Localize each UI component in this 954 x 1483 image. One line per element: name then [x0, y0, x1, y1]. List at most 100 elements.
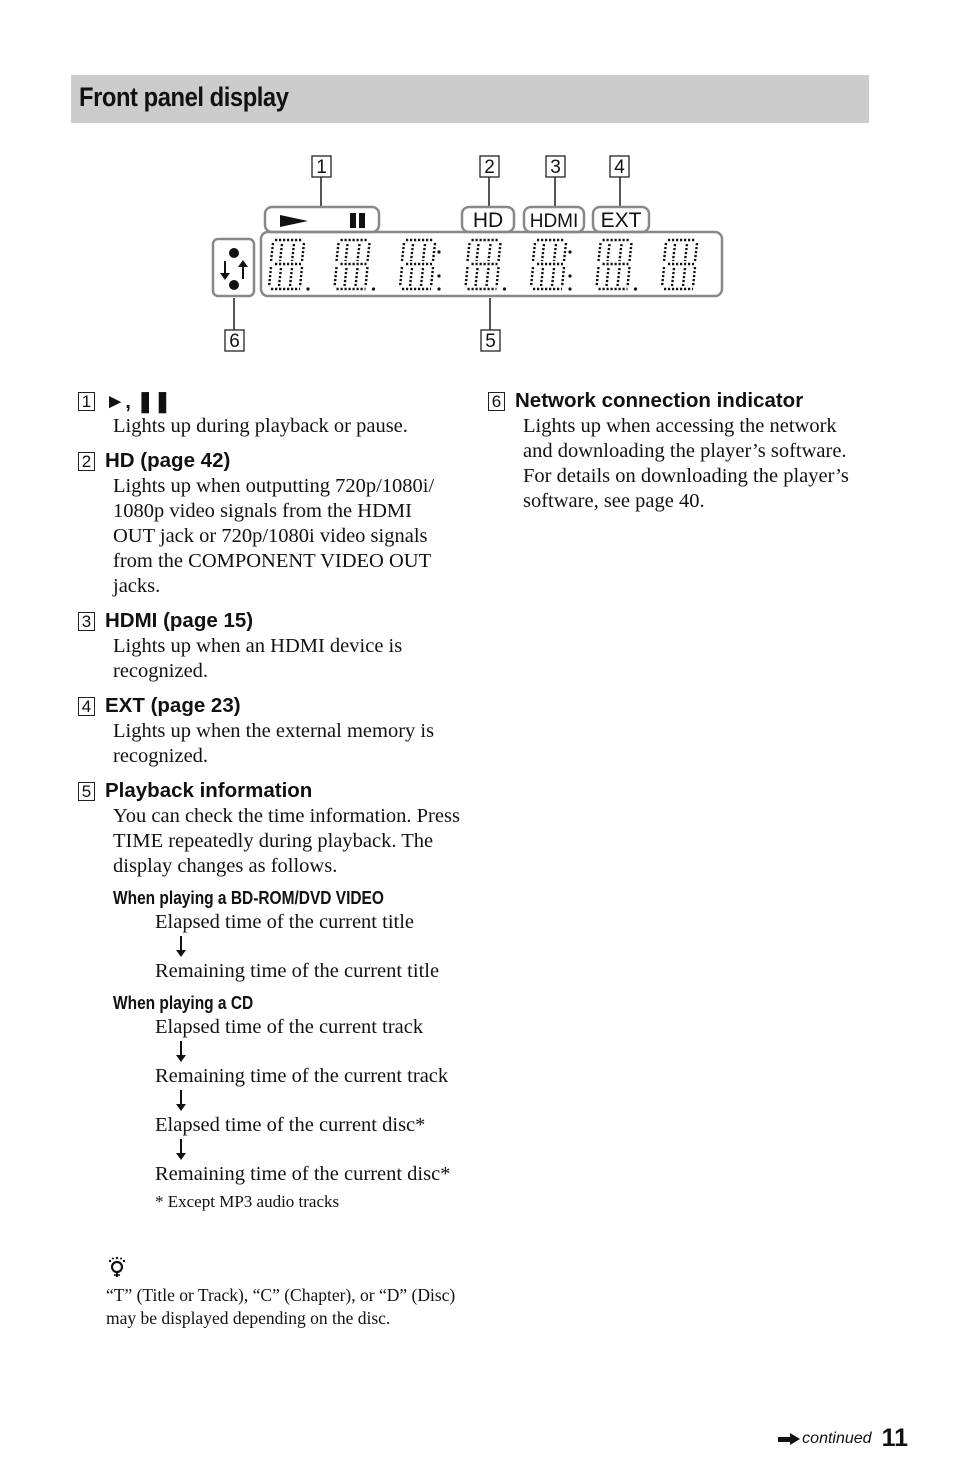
item-number: 5 — [78, 781, 95, 801]
digit-segment — [267, 266, 273, 288]
bd-step: Elapsed time of the current title — [155, 911, 415, 933]
digit-segment — [540, 243, 546, 262]
digit-segment — [300, 242, 306, 262]
item-number: 2 — [78, 451, 95, 471]
digit-segment — [277, 267, 283, 287]
down-arrow-icon — [155, 1089, 468, 1113]
item-title: ►, ❚❚ — [105, 389, 172, 413]
hint-text: “T” (Title or Track), “C” (Chapter), or … — [106, 1285, 456, 1328]
down-arrow-icon — [155, 935, 468, 959]
digit-segment — [356, 243, 361, 262]
play-icon — [280, 215, 308, 227]
digit-colon-dot — [437, 250, 441, 254]
front-panel-diagram: 1 2 3 4 5 6 HD HDMI EXT — [211, 155, 724, 352]
digit-dot — [306, 287, 310, 291]
cd-step: Remaining time of the current disc* — [155, 1163, 451, 1185]
callout-6: 6 — [229, 331, 240, 352]
digit-segment — [288, 267, 294, 287]
item-4: 4 EXT (page 23) Lights up when the exter… — [78, 693, 468, 769]
segment-digit — [333, 238, 376, 291]
bd-step: Remaining time of the current title — [155, 960, 440, 982]
page-number: 11 — [881, 1424, 908, 1452]
item-5: 5 Playback information You can check the… — [78, 778, 468, 1213]
cd-step: Elapsed time of the current disc* — [155, 1114, 426, 1136]
digit-colon-dot — [568, 250, 572, 254]
digit-segment — [671, 243, 677, 262]
digit-segment — [539, 267, 545, 287]
item-body: Lights up when accessing the network and… — [523, 415, 849, 512]
digit-segment — [660, 266, 666, 288]
segment-digit — [660, 238, 699, 291]
digit-segment — [335, 242, 340, 262]
down-arrow-icon — [155, 1040, 468, 1064]
digit-segment — [278, 243, 284, 262]
digit-colon-dot — [437, 274, 441, 278]
digit-segment — [495, 266, 500, 288]
digit-segment — [474, 267, 479, 287]
digit-segment — [691, 266, 697, 288]
footnote: * Except MP3 audio tracks — [155, 1192, 340, 1211]
digit-segment — [693, 242, 699, 262]
right-column: 6 Network connection indicator Lights up… — [488, 388, 878, 523]
hdmi-indicator-label: HDMI — [530, 211, 579, 232]
digit-dot — [633, 287, 638, 291]
segment-digit — [529, 238, 572, 291]
digit-dot — [437, 287, 441, 291]
digit-segment — [605, 267, 610, 287]
digit-segment — [344, 243, 349, 262]
digit-segment — [475, 243, 480, 262]
digit-segment — [408, 267, 414, 287]
digit-segment — [400, 242, 406, 262]
digit-dot — [371, 287, 376, 291]
item-title: Network connection indicator — [515, 389, 804, 412]
digit-segment — [290, 243, 296, 262]
segment-digit — [595, 238, 638, 291]
continued-label: continued — [802, 1429, 872, 1447]
left-column: 1 ►, ❚❚ Lights up during playback or pau… — [78, 388, 468, 1222]
ext-indicator-label: EXT — [601, 209, 642, 232]
digit-segment — [485, 267, 490, 287]
digit-segment — [616, 267, 621, 287]
arrow-right-icon — [778, 1432, 801, 1445]
digit-segment — [366, 242, 371, 262]
digit-segment — [466, 242, 471, 262]
digit-segment — [670, 267, 676, 287]
digit-segment — [421, 243, 427, 262]
hint-block: “T” (Title or Track), “C” (Chapter), or … — [106, 1255, 456, 1329]
digit-segment — [683, 243, 689, 262]
callout-5: 5 — [485, 331, 496, 352]
digit-segment — [595, 266, 600, 288]
digit-segment — [343, 267, 348, 287]
digit-dot — [502, 287, 507, 291]
digit-segment — [552, 243, 558, 262]
digit-segment — [628, 242, 633, 262]
digit-segment — [597, 242, 602, 262]
digit-segment — [626, 266, 631, 288]
callout-2: 2 — [484, 157, 495, 178]
hd-indicator-label: HD — [473, 209, 503, 232]
digit-segment — [529, 266, 535, 288]
digit-segment — [487, 243, 492, 262]
callout-3: 3 — [550, 157, 561, 178]
item-body: Lights up when an HDMI device is recogni… — [113, 635, 403, 682]
digit-segment — [354, 267, 359, 287]
down-arrow-icon — [155, 1138, 468, 1162]
network-arrows-icon — [220, 248, 248, 290]
segment-digit — [464, 238, 507, 291]
digit-segment — [550, 267, 556, 287]
item-title: HD (page 42) — [105, 449, 231, 472]
pause-icon — [350, 213, 356, 228]
digit-segment — [531, 242, 537, 262]
item-number: 6 — [488, 391, 505, 411]
callout-4: 4 — [614, 157, 625, 178]
cd-step: Remaining time of the current track — [155, 1065, 449, 1087]
item-1: 1 ►, ❚❚ Lights up during playback or pau… — [78, 388, 468, 439]
digit-segment — [364, 266, 369, 288]
segment-digits — [267, 238, 699, 291]
item-6: 6 Network connection indicator Lights up… — [488, 388, 878, 514]
item-title: HDMI (page 15) — [105, 609, 254, 632]
digit-segment — [298, 266, 304, 288]
cd-playback-heading: When playing a CD — [113, 993, 254, 1013]
digit-segment — [497, 242, 502, 262]
item-2: 2 HD (page 42) Lights up when outputting… — [78, 448, 468, 599]
